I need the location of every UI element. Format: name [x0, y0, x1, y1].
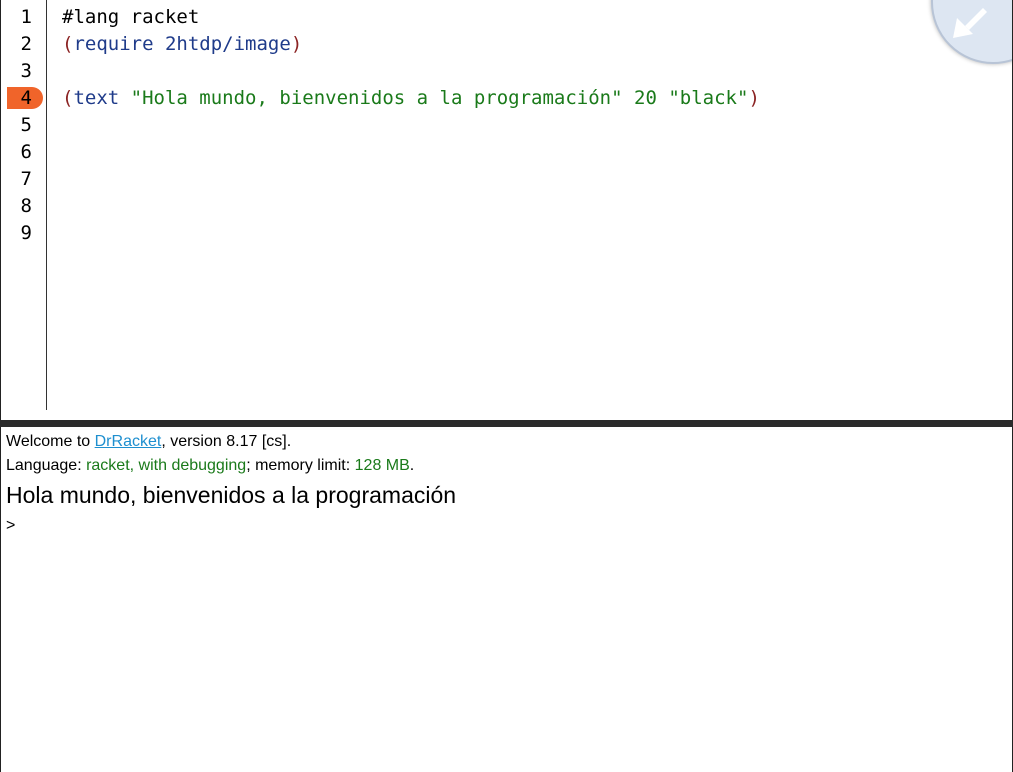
text-function: text	[73, 87, 120, 109]
line-number[interactable]: 1	[0, 4, 46, 31]
close-paren: )	[290, 33, 303, 55]
line-number[interactable]: 8	[0, 193, 46, 220]
code-line-4[interactable]: (text "Hola mundo, bienvenidos a la prog…	[62, 85, 760, 112]
arrow-icon-glyph	[953, 8, 987, 38]
line-number[interactable]: 6	[0, 139, 46, 166]
repl-prompt[interactable]: >	[6, 515, 15, 537]
drracket-link[interactable]: DrRacket	[95, 433, 162, 450]
module-path: 2htdp/image	[164, 33, 291, 55]
color-string-literal: "black"	[668, 87, 749, 109]
code-line-5[interactable]	[62, 112, 760, 139]
number-literal: 20	[634, 87, 657, 109]
code-line-6[interactable]	[62, 139, 760, 166]
gutter-divider	[46, 0, 47, 410]
interactions-pane[interactable]: Welcome to DrRacket, version 8.17 [cs]. …	[0, 427, 1013, 772]
close-paren: )	[748, 87, 760, 109]
line-number[interactable]: 9	[0, 220, 46, 247]
definitions-pane[interactable]: 1 2 3 4 5 6 7 8 9 #lang racket (require …	[0, 0, 1013, 420]
pane-divider[interactable]	[0, 420, 1013, 427]
code-line-3[interactable]	[62, 58, 760, 85]
hashlang-directive: #lang racket	[62, 6, 200, 28]
require-keyword: require	[73, 33, 154, 55]
language-name: racket, with debugging	[86, 457, 247, 474]
welcome-line: Welcome to DrRacket, version 8.17 [cs].	[6, 433, 292, 450]
program-output: Hola mundo, bienvenidos a la programació…	[6, 482, 457, 508]
line-number[interactable]: 3	[0, 58, 46, 85]
code-line-1[interactable]: #lang racket	[62, 4, 760, 31]
open-paren: (	[62, 33, 74, 55]
line-number[interactable]: 2	[0, 31, 46, 58]
line-number-gutter[interactable]: 1 2 3 4 5 6 7 8 9	[0, 4, 46, 247]
open-paren: (	[62, 87, 74, 109]
code-editor[interactable]: #lang racket (require 2htdp/image) (text…	[62, 4, 760, 247]
code-line-9[interactable]	[62, 220, 760, 247]
arrow-down-left-icon[interactable]	[931, 0, 1013, 64]
string-literal: "Hola mundo, bienvenidos a la programaci…	[130, 87, 623, 109]
line-number[interactable]: 5	[0, 112, 46, 139]
breakpoint-line-number[interactable]: 4	[0, 85, 46, 112]
memory-limit-value: 128 MB	[354, 457, 410, 474]
line-number[interactable]: 7	[0, 166, 46, 193]
language-line: Language: racket, with debugging; memory…	[6, 457, 415, 474]
code-line-7[interactable]	[62, 166, 760, 193]
code-line-2[interactable]: (require 2htdp/image)	[62, 31, 760, 58]
code-line-8[interactable]	[62, 193, 760, 220]
